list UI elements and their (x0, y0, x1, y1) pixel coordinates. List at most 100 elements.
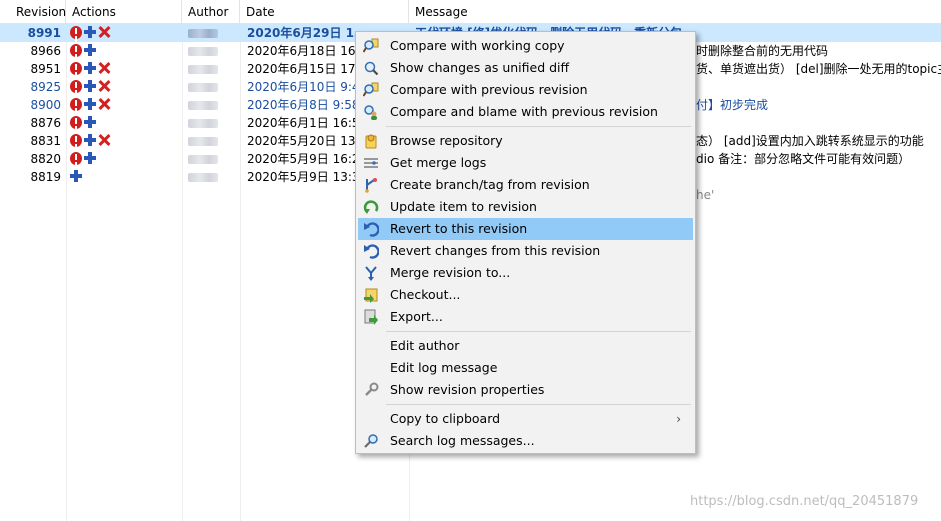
revision-number: 8831 (30, 134, 61, 148)
magnifier-compare-icon (363, 82, 379, 97)
modified-icon (70, 44, 82, 57)
context-menu: Compare with working copy Show changes a… (355, 31, 696, 454)
menu-item-edit-author[interactable]: Edit author (358, 335, 693, 357)
revision-number: 8876 (30, 116, 61, 130)
revert-icon (364, 222, 379, 237)
added-icon (70, 170, 82, 183)
column-header-date[interactable]: Date (240, 0, 409, 24)
menu-item-search-log-messages[interactable]: Search log messages... (358, 430, 693, 452)
deleted-icon (98, 26, 110, 39)
branch-tag-icon (365, 178, 377, 193)
revision-date: 2020年5月9日 16:2 (247, 152, 355, 166)
author-redacted (186, 60, 238, 78)
wrench-icon (365, 382, 379, 396)
revision-number: 8819 (30, 170, 61, 184)
menu-item-browse-repository[interactable]: Browse repository (358, 130, 693, 152)
action-icons (70, 78, 180, 96)
menu-item-label: Revert changes from this revision (390, 243, 601, 258)
menu-item-compare-working-copy[interactable]: Compare with working copy (358, 35, 693, 57)
author-redacted (186, 24, 238, 42)
menu-item-label: Search log messages... (390, 433, 535, 448)
action-icons (70, 150, 180, 168)
menu-item-compare-blame[interactable]: Compare and blame with previous revision (358, 101, 693, 123)
deleted-icon (98, 134, 110, 147)
menu-item-label: Create branch/tag from revision (390, 177, 590, 192)
menu-item-revert-to-revision[interactable]: Revert to this revision (358, 218, 693, 240)
deleted-icon (98, 62, 110, 75)
revision-date: 2020年6月10日 9:4 (247, 80, 355, 94)
menu-separator (386, 126, 691, 127)
action-icons (70, 168, 180, 186)
column-header-author[interactable]: Author (182, 0, 240, 24)
menu-item-checkout[interactable]: Checkout... (358, 284, 693, 306)
table-header: Revision Actions Author Date Message (0, 0, 941, 24)
action-icons (70, 132, 180, 150)
menu-item-label: Compare with working copy (390, 38, 565, 53)
menu-item-label: Show changes as unified diff (390, 60, 570, 75)
added-icon (84, 134, 96, 147)
menu-item-update-to-revision[interactable]: Update item to revision (358, 196, 693, 218)
menu-item-label: Show revision properties (390, 382, 545, 397)
menu-item-label: Merge revision to... (390, 265, 511, 280)
truncated-message-fragment: he' (696, 188, 715, 202)
revision-message (696, 78, 941, 96)
author-redacted (186, 96, 238, 114)
revision-message: 货、单货遮出货） [del]删除一处无用的topic主题 (696, 62, 941, 76)
export-icon (364, 309, 378, 325)
menu-item-label: Copy to clipboard (390, 411, 501, 426)
revert-icon (364, 244, 379, 259)
column-header-revision[interactable]: Revision (10, 0, 66, 24)
menu-item-get-merge-logs[interactable]: Get merge logs (358, 152, 693, 174)
revision-message: 时删除整合前的无用代码 (696, 44, 829, 58)
revision-date: 2020年6月8日 9:58 (247, 98, 355, 112)
modified-icon (70, 98, 82, 111)
menu-item-copy-to-clipboard[interactable]: Copy to clipboard › (358, 408, 693, 430)
added-icon (84, 44, 96, 57)
modified-icon (70, 80, 82, 93)
column-header-actions[interactable]: Actions (66, 0, 182, 24)
menu-item-export[interactable]: Export... (358, 306, 693, 328)
watermark-url: https://blog.csdn.net/qq_20451879 (690, 494, 919, 509)
repo-browser-icon (365, 134, 377, 149)
author-redacted (186, 132, 238, 150)
added-icon (84, 152, 96, 165)
added-icon (84, 116, 96, 129)
menu-item-label: Export... (390, 309, 443, 324)
menu-item-label: Edit author (390, 338, 460, 353)
menu-item-label: Browse repository (390, 133, 503, 148)
menu-item-label: Edit log message (390, 360, 498, 375)
revision-message: dio 备注：部分忽略文件可能有效问题） (696, 152, 911, 166)
menu-item-compare-previous[interactable]: Compare with previous revision (358, 79, 693, 101)
update-arrow-icon (363, 200, 379, 214)
author-redacted (186, 168, 238, 186)
revision-date: 2020年6月18日 16: (247, 44, 355, 58)
menu-item-show-revision-properties[interactable]: Show revision properties (358, 379, 693, 401)
blame-user-icon (364, 105, 377, 120)
modified-icon (70, 26, 82, 39)
author-redacted (186, 114, 238, 132)
submenu-arrow-icon: › (676, 412, 681, 426)
added-icon (84, 98, 96, 111)
author-redacted (186, 78, 238, 96)
menu-item-edit-log-message[interactable]: Edit log message (358, 357, 693, 379)
menu-separator (386, 404, 691, 405)
revision-date: 2020年6月29日 13:01:37 (247, 26, 355, 40)
column-header-message[interactable]: Message (409, 0, 941, 24)
action-icons (70, 60, 180, 78)
menu-separator (386, 331, 691, 332)
author-redacted (186, 150, 238, 168)
menu-item-merge-revision[interactable]: Merge revision to... (358, 262, 693, 284)
modified-icon (70, 134, 82, 147)
deleted-icon (98, 80, 110, 93)
modified-icon (70, 116, 82, 129)
menu-item-unified-diff[interactable]: Show changes as unified diff (358, 57, 693, 79)
revision-number: 8820 (30, 152, 61, 166)
revision-number: 8900 (30, 98, 61, 112)
menu-item-revert-changes[interactable]: Revert changes from this revision (358, 240, 693, 262)
magnifier-diff-icon (364, 61, 379, 76)
menu-item-create-branch-tag[interactable]: Create branch/tag from revision (358, 174, 693, 196)
revision-number: 8925 (30, 80, 61, 94)
search-icon (364, 434, 378, 448)
revision-date: 2020年6月1日 16:5 (247, 116, 355, 130)
revision-date: 2020年6月15日 17: (247, 62, 355, 76)
